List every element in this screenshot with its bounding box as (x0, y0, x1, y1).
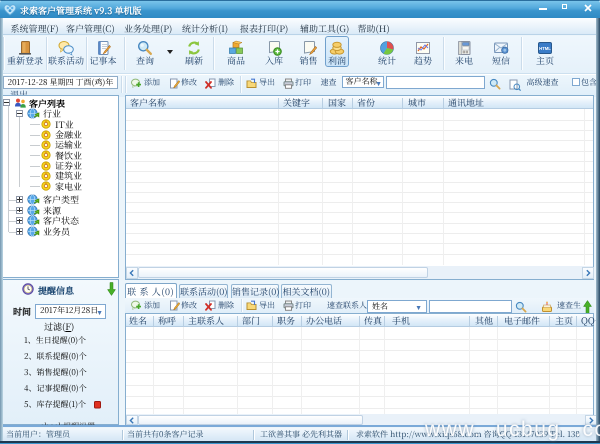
svg-text:HTML: HTML (539, 46, 551, 51)
